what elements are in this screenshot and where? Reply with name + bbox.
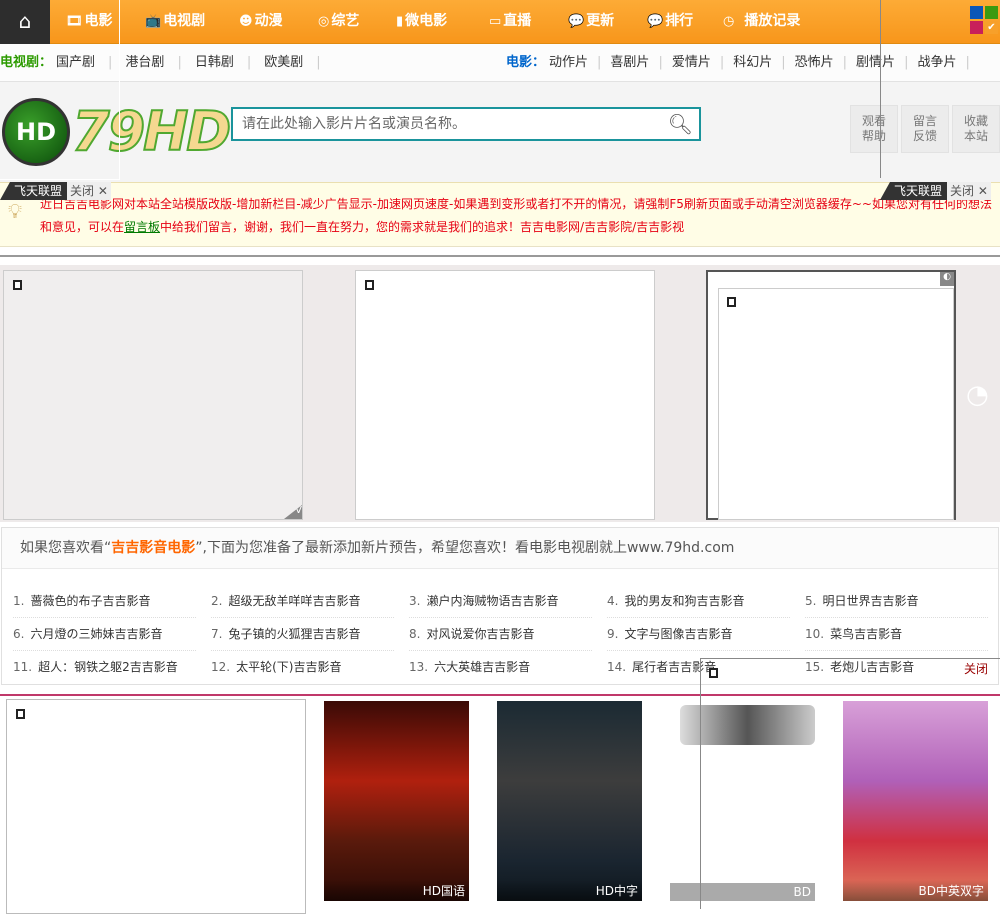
preview-list-item[interactable]: 9. 文字与图像吉吉影音 <box>607 618 790 651</box>
ad-slot[interactable] <box>355 270 655 520</box>
ad-slot[interactable] <box>6 699 306 914</box>
nav-item-3[interactable]: ◎ 综艺 <box>318 0 359 44</box>
ad-close-button[interactable]: 关闭 ✕ <box>67 182 111 200</box>
search-box: 🔍︎ <box>231 107 701 141</box>
quality-badge: BD中英双字 <box>843 880 988 901</box>
overlay-border <box>0 0 120 180</box>
ad-icon <box>727 297 736 307</box>
subnav-link[interactable]: 科幻片 <box>733 55 772 70</box>
movie-poster[interactable]: BD中英双字 <box>843 701 988 901</box>
nav-item-1[interactable]: 📺 电视剧 <box>145 0 205 44</box>
chat-icon: 💬 <box>647 14 664 29</box>
ad-icon <box>13 280 22 290</box>
quality-badge: HD国语 <box>324 880 469 901</box>
disc-icon: ◎ <box>318 14 330 29</box>
preview-list-item[interactable]: 13. 六大英雄吉吉影音 <box>409 651 592 684</box>
nav-item-8[interactable]: ◷ 播放记录 <box>723 0 800 44</box>
quality-badge: BD <box>670 883 815 901</box>
anime-icon: ☻ <box>239 14 253 29</box>
separator: | <box>597 55 602 70</box>
preview-list-item[interactable]: 3. 濑户内海贼物语吉吉影音 <box>409 585 592 618</box>
sub-nav: 电视剧： 国产剧 | 港台剧 | 日韩剧 | 欧美剧 | 电影： 动作片 | 喜剧片 | 爱情片 | 科幻片 |… <box>0 44 1000 82</box>
subnav-link[interactable]: 喜剧片 <box>610 55 649 70</box>
preview-list-item[interactable]: 5. 明日世界吉吉影音 <box>805 585 988 618</box>
preview-list-item[interactable]: 4. 我的男友和狗吉吉影音 <box>607 585 790 618</box>
ad-close-button[interactable]: 关闭 ✕ <box>947 182 991 200</box>
nav-item-4[interactable]: ▮ 微电影 <box>396 0 447 44</box>
divider <box>0 694 1000 696</box>
preview-list-item[interactable]: 10. 菜鸟吉吉影音 <box>805 618 988 651</box>
overlay-border <box>700 658 701 909</box>
chat-icon: 💬 <box>568 14 585 29</box>
ad-label-left: 飞天联盟 关闭 ✕ <box>0 182 111 200</box>
preview-heading: 如果您喜欢看“吉吉影音电影”,下面为您准备了最新添加新片预告，希望您喜欢！看电影… <box>2 528 998 569</box>
separator: | <box>246 55 252 70</box>
ad-icon <box>365 280 374 290</box>
movie-poster[interactable]: BD <box>670 701 815 901</box>
ad-icon <box>709 668 718 678</box>
ad-corner-icon: V <box>284 505 302 519</box>
subnav-link[interactable]: 日韩剧 <box>195 55 234 70</box>
guestbook-link[interactable]: 留言板 <box>124 220 160 234</box>
subnav-link[interactable]: 战争片 <box>917 55 956 70</box>
subnav-link[interactable]: 爱情片 <box>672 55 711 70</box>
windows-logo-icon[interactable]: ✔ <box>970 6 998 34</box>
search-icon[interactable]: 🔍︎ <box>668 112 693 136</box>
subnav-link[interactable]: 欧美剧 <box>264 55 303 70</box>
preview-list-item[interactable]: 11. 超人：钢铁之躯2吉吉影音 <box>13 651 196 684</box>
preview-list-item[interactable]: 1. 蔷薇色的布子吉吉影音 <box>13 585 196 618</box>
header-button-1[interactable]: 留言 反馈 <box>901 105 949 153</box>
movie-poster[interactable]: HD中字 <box>497 701 642 901</box>
nav-item-2[interactable]: ☻ 动漫 <box>239 0 283 44</box>
separator: | <box>904 55 909 70</box>
overlay-border <box>700 658 1000 659</box>
divider <box>0 255 1000 257</box>
separator: | <box>781 55 786 70</box>
quality-badge: HD中字 <box>497 880 642 901</box>
preview-list-item[interactable]: 6. 六月燈の三姉妹吉吉影音 <box>13 618 196 651</box>
preview-list-item[interactable]: 12. 太平轮(下)吉吉影音 <box>211 651 394 684</box>
preview-close-button[interactable]: 关闭 <box>964 660 988 677</box>
movie-poster[interactable]: HD国语 <box>324 701 469 901</box>
preview-list-item[interactable]: 14. 尾行者吉吉影音 <box>607 651 790 684</box>
nav-item-7[interactable]: 💬 排行 <box>647 0 693 44</box>
clock-icon: ◷ <box>723 14 735 29</box>
subnav-link[interactable]: 动作片 <box>549 55 588 70</box>
movie-category-label: 电影： <box>506 55 546 70</box>
lightbulb-icon: 💡︎ <box>8 199 22 223</box>
ad-label-right: 飞天联盟 关闭 ✕ <box>880 182 991 200</box>
ad-icon <box>16 709 25 719</box>
subnav-link[interactable]: 港台剧 <box>125 55 164 70</box>
separator: | <box>658 55 663 70</box>
camera-icon: ▮ <box>396 14 404 29</box>
separator: | <box>719 55 725 70</box>
subnav-link[interactable]: 剧情片 <box>856 55 895 70</box>
overlay-border <box>880 0 881 178</box>
separator: | <box>177 55 182 70</box>
header-button-2[interactable]: 收藏 本站 <box>952 105 1000 153</box>
preview-list-item[interactable]: 7. 兔子镇的火狐狸吉吉影音 <box>211 618 394 651</box>
preview-list-item[interactable]: 2. 超级无敌羊咩咩吉吉影音 <box>211 585 394 618</box>
header-button-0[interactable]: 观看 帮助 <box>850 105 898 153</box>
notice-text: 近日吉吉电影网对本站全站模版改版-增加新栏目-减少广告显示-加速网页速度-如果遇… <box>40 197 992 234</box>
ad-info-icon[interactable]: ◐ <box>940 272 954 286</box>
preview-panel: 如果您喜欢看“吉吉影音电影”,下面为您准备了最新添加新片预告，希望您喜欢！看电影… <box>1 527 999 685</box>
subnav-link[interactable]: 恐怖片 <box>795 55 834 70</box>
preview-list-item[interactable]: 8. 对风说爱你吉吉影音 <box>409 618 592 651</box>
separator: | <box>965 55 970 70</box>
separator: | <box>842 55 848 70</box>
tv-icon: 📺 <box>145 14 162 29</box>
nav-item-5[interactable]: ▭ 直播 <box>489 0 531 44</box>
preview-list-item[interactable]: 15. 老炮儿吉吉影音 <box>805 651 988 684</box>
nav-item-6[interactable]: 💬 更新 <box>568 0 614 44</box>
separator: | <box>316 55 321 70</box>
play-overlay-icon[interactable]: ◔ <box>966 380 989 410</box>
monitor-icon: ▭ <box>489 14 502 29</box>
search-input[interactable] <box>233 109 653 139</box>
ad-slot[interactable]: V <box>3 270 303 520</box>
ad-slot[interactable]: ◐ <box>706 270 956 520</box>
